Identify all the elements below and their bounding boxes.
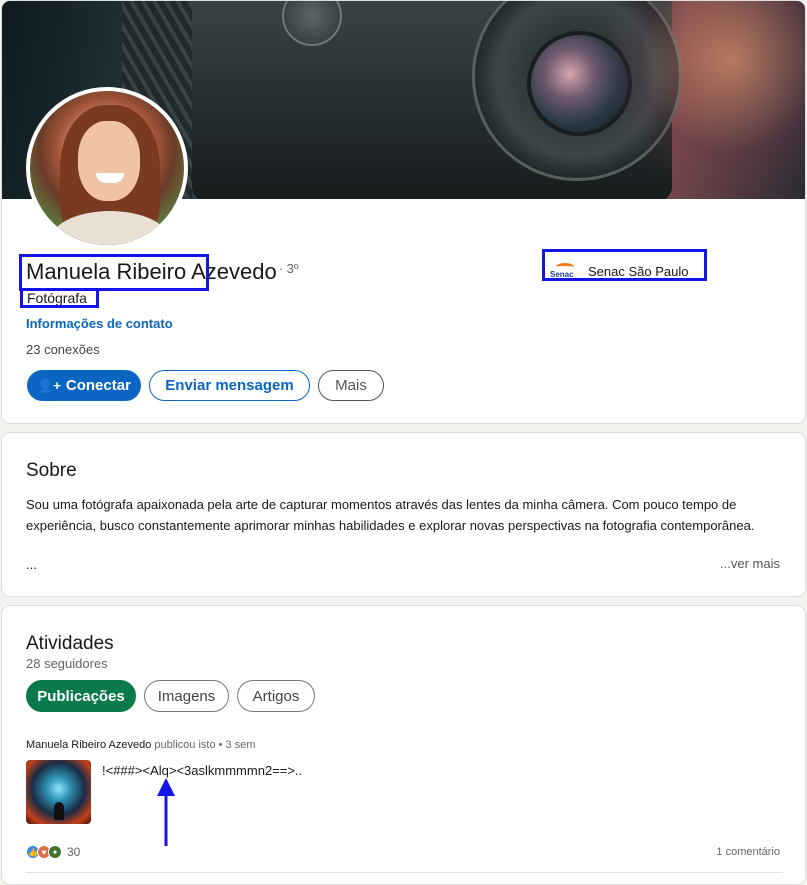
- about-ellipsis: ...: [26, 557, 37, 572]
- post-author[interactable]: Manuela Ribeiro Azevedo: [26, 739, 151, 751]
- send-message-button[interactable]: Enviar mensagem: [149, 370, 310, 401]
- post-meta: Manuela Ribeiro Azevedo publicou isto • …: [26, 739, 255, 751]
- about-card: Sobre Sou uma fotógrafa apaixonada pela …: [1, 432, 806, 597]
- reaction-count: 30: [67, 845, 81, 859]
- contact-info-link[interactable]: Informações de contato: [26, 316, 173, 331]
- celebrate-reaction-icon: ✦: [48, 845, 62, 859]
- tab-artigos[interactable]: Artigos: [237, 680, 315, 712]
- more-button[interactable]: Mais: [318, 370, 384, 401]
- annotation-box-headline: [20, 288, 99, 308]
- annotation-arrow-icon: [157, 778, 175, 846]
- post-text[interactable]: !<###><Alq><3aslkmmmmn2==>..: [102, 763, 302, 778]
- profile-card: Manuela Ribeiro Azevedo · 3º Fotógrafa In…: [1, 0, 806, 424]
- add-person-icon: 👤+: [37, 377, 61, 393]
- profile-avatar[interactable]: [26, 87, 188, 249]
- post-action: publicou isto • 3 sem: [151, 739, 256, 751]
- followers-count: 28 seguidores: [26, 656, 108, 671]
- about-text: Sou uma fotógrafa apaixonada pela arte d…: [26, 497, 755, 533]
- activity-title: Atividades: [26, 633, 114, 654]
- annotation-box-organization: [542, 249, 707, 281]
- activity-card: Atividades 28 seguidores Publicações Ima…: [1, 605, 806, 885]
- post-thumbnail[interactable]: [26, 760, 91, 824]
- about-title: Sobre: [26, 460, 77, 481]
- tab-imagens[interactable]: Imagens: [144, 680, 229, 712]
- annotation-box-name: [19, 254, 209, 291]
- tab-publicacoes[interactable]: Publicações: [26, 680, 136, 712]
- see-more-link[interactable]: ...ver mais: [720, 556, 780, 571]
- connections-count[interactable]: 23 conexões: [26, 342, 100, 357]
- divider: [26, 872, 783, 873]
- comments-count[interactable]: 1 comentário: [716, 846, 780, 858]
- connection-degree: · 3º: [278, 261, 299, 276]
- reactions[interactable]: 👍 ♥ ✦ 30: [26, 845, 80, 859]
- connect-button[interactable]: 👤+ Conectar: [27, 370, 141, 401]
